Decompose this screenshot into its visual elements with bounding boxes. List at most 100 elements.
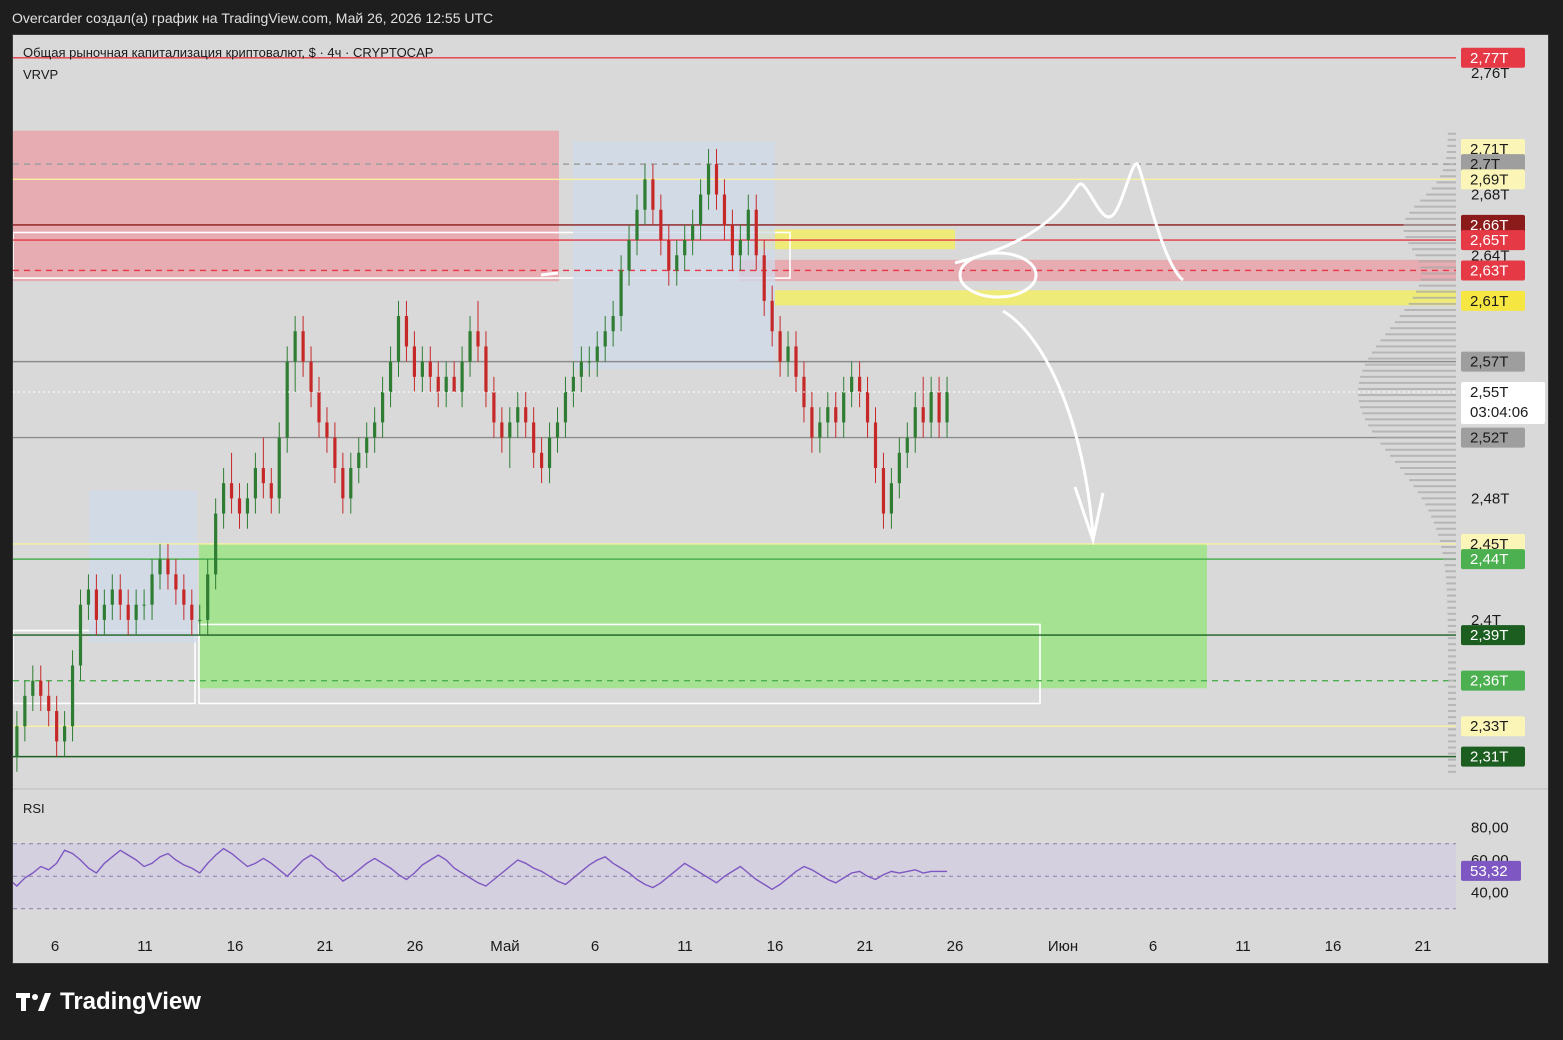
- volume-profile-bar: [1421, 272, 1456, 275]
- volume-profile-bar: [1447, 649, 1456, 652]
- candle-body: [468, 331, 472, 362]
- candle-body: [23, 695, 27, 727]
- price-label: 2,36T: [1470, 673, 1508, 690]
- volume-profile-bar: [1445, 576, 1456, 579]
- volume-profile-bar: [1446, 150, 1456, 153]
- volume-profile-bar: [1405, 236, 1456, 239]
- volume-profile-bar: [1390, 327, 1456, 330]
- candle-body: [850, 376, 854, 393]
- candle-body: [873, 422, 878, 468]
- volume-profile-bar: [1360, 406, 1456, 409]
- volume-profile-bar: [1426, 193, 1456, 196]
- volume-profile-bar: [1399, 315, 1456, 318]
- volume-profile-bar: [1448, 758, 1456, 761]
- candle-body: [174, 574, 178, 590]
- candle-body: [452, 376, 456, 393]
- x-tick-label: 11: [137, 938, 153, 955]
- volume-profile-bar: [1412, 296, 1456, 299]
- candle-body: [627, 240, 631, 271]
- volume-profile-bar: [1447, 679, 1456, 682]
- indicator-legend: VRVP: [23, 67, 59, 82]
- candle-body: [325, 422, 329, 438]
- candle-body: [206, 574, 210, 620]
- volume-profile-bar: [1447, 661, 1456, 664]
- candle-body: [738, 240, 742, 256]
- candle-body: [404, 316, 409, 347]
- volume-profile-bar: [1385, 448, 1456, 451]
- x-tick-label: 21: [317, 938, 334, 955]
- price-label: 2,44T: [1470, 551, 1508, 568]
- candle-body: [142, 604, 146, 606]
- x-tick-label: 11: [1235, 938, 1251, 955]
- candle-body: [190, 604, 194, 620]
- volume-profile-bar: [1403, 223, 1456, 226]
- price-label: 2,55T: [1470, 384, 1508, 401]
- volume-profile-bar: [1447, 722, 1456, 725]
- candle-body: [746, 209, 750, 241]
- volume-profile-bar: [1447, 685, 1456, 688]
- price-chart[interactable]: 2,76T2,68T2,64T2,48T2,4T2,77T2,71T2,7T2,…: [13, 35, 1549, 964]
- volume-profile-bar: [1446, 588, 1456, 591]
- volume-profile-bar: [1438, 533, 1456, 536]
- candle-body: [818, 422, 822, 438]
- candle-body: [245, 498, 250, 514]
- candle-body: [436, 376, 440, 393]
- candle-body: [285, 361, 289, 438]
- volume-profile-bar: [1390, 454, 1456, 457]
- candle-body: [842, 392, 846, 423]
- candle-body: [388, 361, 393, 393]
- volume-profile-bar: [1368, 357, 1456, 360]
- chart-frame[interactable]: 2,76T 2,68T 2,64T 2,48T 2,4T 2,77T 2,71T 2,7T 2,…: [12, 34, 1549, 964]
- candle-body: [945, 392, 949, 423]
- hand-drawn-dash: [540, 271, 559, 277]
- volume-profile-bar: [1385, 333, 1456, 336]
- countdown-label: 03:04:06: [1470, 404, 1528, 421]
- candle-body: [365, 437, 369, 453]
- candle-body: [78, 604, 83, 666]
- volume-profile-bar: [1442, 552, 1456, 555]
- candle-body: [555, 422, 560, 438]
- volume-profile-bar: [1420, 266, 1456, 269]
- brand-logo: TradingView: [16, 988, 201, 1016]
- candle-body: [524, 407, 528, 423]
- candle-body: [508, 422, 512, 438]
- candle-body: [341, 467, 345, 499]
- x-tick-label: 21: [857, 938, 874, 955]
- candle-body: [786, 346, 790, 362]
- candle-body: [47, 695, 51, 712]
- candle-body: [714, 164, 719, 195]
- candle-body: [293, 331, 297, 362]
- header-title: Overcarder создал(а) график на TradingVi…: [12, 10, 494, 26]
- volume-profile-bar: [1447, 600, 1456, 603]
- candle-body: [675, 255, 679, 271]
- candle-body: [635, 209, 639, 241]
- volume-profile-bar: [1358, 381, 1456, 384]
- x-tick-label: Июн: [1048, 938, 1078, 955]
- volume-profile-bar: [1409, 479, 1456, 482]
- volume-profile-bar: [1447, 697, 1456, 700]
- candle-body: [63, 726, 67, 742]
- candle-body: [55, 711, 59, 742]
- price-label: 2,52T: [1470, 430, 1508, 447]
- volume-profile-bar: [1447, 752, 1456, 755]
- candle-body: [94, 589, 98, 620]
- x-tick-label: Май: [490, 938, 519, 955]
- candle-body: [897, 452, 901, 484]
- candle-body: [381, 392, 385, 423]
- candle-body: [516, 407, 520, 423]
- vrvp-area-1: [573, 141, 775, 370]
- volume-profile-bar: [1447, 716, 1456, 719]
- volume-profile-bar: [1412, 248, 1456, 251]
- x-tick-label: 16: [1325, 938, 1342, 955]
- candle-body: [31, 680, 35, 696]
- volume-profile-bar: [1447, 612, 1456, 615]
- candle-body: [595, 346, 599, 362]
- volume-profile-bar: [1440, 175, 1456, 178]
- volume-profile-bar: [1358, 400, 1456, 403]
- volume-profile-bar: [1362, 412, 1456, 415]
- candle-body: [722, 194, 727, 225]
- candle-body: [476, 331, 480, 347]
- volume-profile-bar: [1365, 418, 1456, 421]
- volume-profile-bar: [1418, 284, 1456, 287]
- rsi-label: RSI: [23, 801, 45, 816]
